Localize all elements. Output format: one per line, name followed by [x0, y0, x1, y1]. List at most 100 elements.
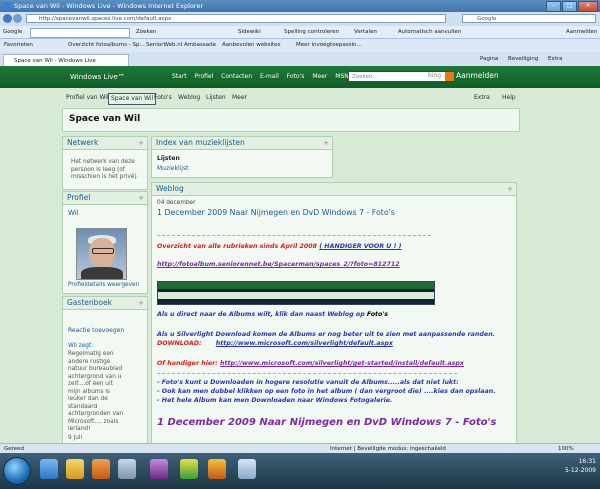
reactie-toevoegen-link[interactable]: Reactie toevoegen	[68, 327, 124, 334]
wl-nav-fotos[interactable]: Foto's	[287, 73, 305, 80]
handiger-hier-label: Of handiger hier:	[157, 360, 218, 367]
back-icon[interactable]	[3, 14, 12, 23]
profiel-name[interactable]: Wil	[68, 209, 79, 217]
menu-weblog[interactable]: Weblog	[178, 92, 200, 104]
onenote-taskbar-icon[interactable]	[150, 459, 168, 479]
profiel-title: Profiel	[63, 192, 147, 205]
weblog-panel: Weblog + 04 december 1 December 2009 Naa…	[151, 182, 517, 443]
page-menu[interactable]: Pagina	[480, 54, 498, 64]
lijsten-heading: Lijsten	[157, 155, 180, 162]
security-menu[interactable]: Beveiliging	[508, 54, 538, 64]
fotos-ref: Foto's	[366, 311, 389, 318]
download-tip-2: - Ook kan men dubbel klikken op een foto…	[157, 388, 496, 395]
expand-icon[interactable]: +	[138, 192, 144, 204]
seniorennet-link[interactable]: http://fotoalbum.seniorennet.be/Spacerma…	[157, 261, 400, 268]
muzieklijst-link[interactable]: Muzieklijst	[157, 165, 188, 172]
favorite-link[interactable]: Aanbevolen websites	[222, 39, 280, 52]
window-title: Space van Wil - Windows Live - Windows I…	[14, 2, 204, 10]
spelling-button[interactable]: Spelling controleren	[284, 26, 339, 38]
silverlight-text: Als u Silverlight Download komen de Albu…	[157, 331, 496, 338]
albums-text: Als u direct naar de Albums wilt, klik d…	[157, 311, 367, 318]
silverlight-download-link[interactable]: http://www.microsoft.com/silverlight/def…	[216, 340, 393, 347]
handiger-link[interactable]: ( HANDIGER VOOR U ! )	[319, 243, 401, 250]
download-tip-1: - Foto's kunt u Downloaden in hogere res…	[157, 379, 459, 386]
forward-icon[interactable]	[13, 14, 22, 23]
google-search-input[interactable]	[30, 28, 130, 38]
netwerk-panel: Netwerk + Het netwerk van deze persoon i…	[62, 136, 148, 190]
google-label: Google	[3, 29, 23, 35]
autofill-button[interactable]: Automatisch aanvullen	[398, 26, 461, 38]
system-clock[interactable]: 16:31 5-12-2009	[565, 457, 596, 475]
google-signin-button[interactable]: Aanmelden	[566, 26, 597, 38]
space-title-box: Space van Wil	[62, 108, 520, 132]
profiel-panel: Profiel + Wil Profieldetails weergeven	[62, 191, 148, 294]
window-taskbar-icon[interactable]	[118, 459, 136, 479]
ie-icon	[3, 2, 11, 10]
chrome-taskbar-icon[interactable]	[180, 459, 198, 479]
wl-nav-meer[interactable]: Meer	[312, 73, 327, 80]
favorites-bar: Favorieten Overzicht fotoalbums - Sp... …	[0, 39, 600, 52]
zoeken-button[interactable]: Zoeken	[136, 26, 156, 38]
address-input[interactable]: http://spacevanwil.spaces.live.com/defau…	[26, 14, 446, 23]
expand-icon[interactable]: +	[507, 183, 513, 195]
embedded-screenshot-image	[157, 281, 435, 305]
divider	[157, 235, 431, 236]
wl-nav-profiel[interactable]: Profiel	[195, 73, 214, 80]
sidewiki-button[interactable]: Sidewiki	[238, 26, 261, 38]
gastenboek-date: 9 Juli	[68, 435, 83, 441]
window-titlebar: Space van Wil - Windows Live - Windows I…	[0, 0, 600, 12]
ie-taskbar-icon[interactable]	[40, 459, 58, 479]
menu-help[interactable]: Help	[502, 92, 516, 104]
gastenboek-panel: Gastenboek + Reactie toevoegen Wil zegt:…	[62, 296, 148, 443]
windows-live-logo[interactable]: Windows Live™	[70, 73, 125, 81]
start-button-icon[interactable]	[3, 457, 31, 485]
google-toolbar: Google Zoeken Sidewiki Spelling controle…	[0, 26, 600, 39]
silverlight-install-link[interactable]: http://www.microsoft.com/silverlight/get…	[220, 360, 464, 367]
expand-icon[interactable]: +	[323, 137, 329, 149]
page-viewport: Windows Live™ Start Profiel Contacten E-…	[0, 66, 600, 443]
rubrieken-text: Overzicht van alle rubrieken sinds April…	[157, 243, 318, 250]
gastenboek-author[interactable]: Wil zegt:	[68, 343, 93, 349]
maximize-button[interactable]: □	[562, 1, 577, 12]
wl-nav-contacten[interactable]: Contacten	[221, 73, 252, 80]
media-player-taskbar-icon[interactable]	[92, 459, 110, 479]
post-title-link[interactable]: 1 December 2009 Naar Nijmegen en DvD Win…	[157, 208, 395, 217]
menu-lijsten[interactable]: Lijsten	[206, 92, 226, 104]
post-heading-big: 1 December 2009 Naar Nijmegen en DvD Win…	[157, 417, 497, 428]
vertalen-button[interactable]: Vertalen	[354, 26, 377, 38]
favorite-link[interactable]: Meer invoegtoepassin...	[296, 39, 362, 52]
post-date: 04 december	[157, 200, 196, 206]
app-taskbar-icon[interactable]	[208, 459, 226, 479]
wl-nav-msn[interactable]: MSN	[335, 73, 348, 80]
paint-taskbar-icon[interactable]	[238, 459, 256, 479]
clock-date: 5-12-2009	[564, 467, 596, 474]
menu-space[interactable]: Space van Wil	[108, 93, 157, 105]
expand-icon[interactable]: +	[138, 297, 144, 309]
favorite-link[interactable]: Overzicht fotoalbums - Sp...	[68, 39, 145, 52]
minimize-button[interactable]: –	[546, 1, 561, 12]
menu-meer[interactable]: Meer	[232, 92, 247, 104]
close-button[interactable]: ✕	[578, 1, 598, 12]
tab-row: Space van Wil - Windows Live Pagina Beve…	[0, 52, 600, 67]
profile-photo[interactable]	[76, 228, 127, 280]
windows-live-header: Windows Live™ Start Profiel Contacten E-…	[0, 66, 600, 88]
wl-nav-start[interactable]: Start	[172, 73, 187, 80]
menu-profiel[interactable]: Profiel van Wil	[66, 92, 109, 104]
favorite-link[interactable]: SeniorWeb.nl Ambassade	[146, 39, 216, 52]
browser-search-input[interactable]: Google	[462, 14, 596, 23]
wl-nav-email[interactable]: E-mail	[260, 73, 279, 80]
muzieklijsten-panel: Index van muzieklijsten + Lijsten Muziek…	[151, 136, 333, 178]
menu-fotos[interactable]: Foto's	[154, 92, 172, 104]
space-title: Space van Wil	[69, 114, 141, 124]
windows-taskbar: 16:31 5-12-2009	[0, 453, 600, 489]
profiel-details-link[interactable]: Profieldetails weergeven	[68, 282, 139, 288]
expand-icon[interactable]: +	[138, 137, 144, 149]
wl-signin-button[interactable]: Aanmelden	[456, 71, 499, 80]
tools-menu[interactable]: Extra	[548, 54, 563, 64]
menu-extra[interactable]: Extra	[474, 92, 490, 104]
search-go-button[interactable]	[445, 72, 454, 81]
bing-logo: bing	[428, 72, 442, 79]
tab-space-van-wil[interactable]: Space van Wil - Windows Live	[3, 54, 129, 66]
favorites-button[interactable]: Favorieten	[4, 39, 33, 52]
explorer-taskbar-icon[interactable]	[66, 459, 84, 479]
